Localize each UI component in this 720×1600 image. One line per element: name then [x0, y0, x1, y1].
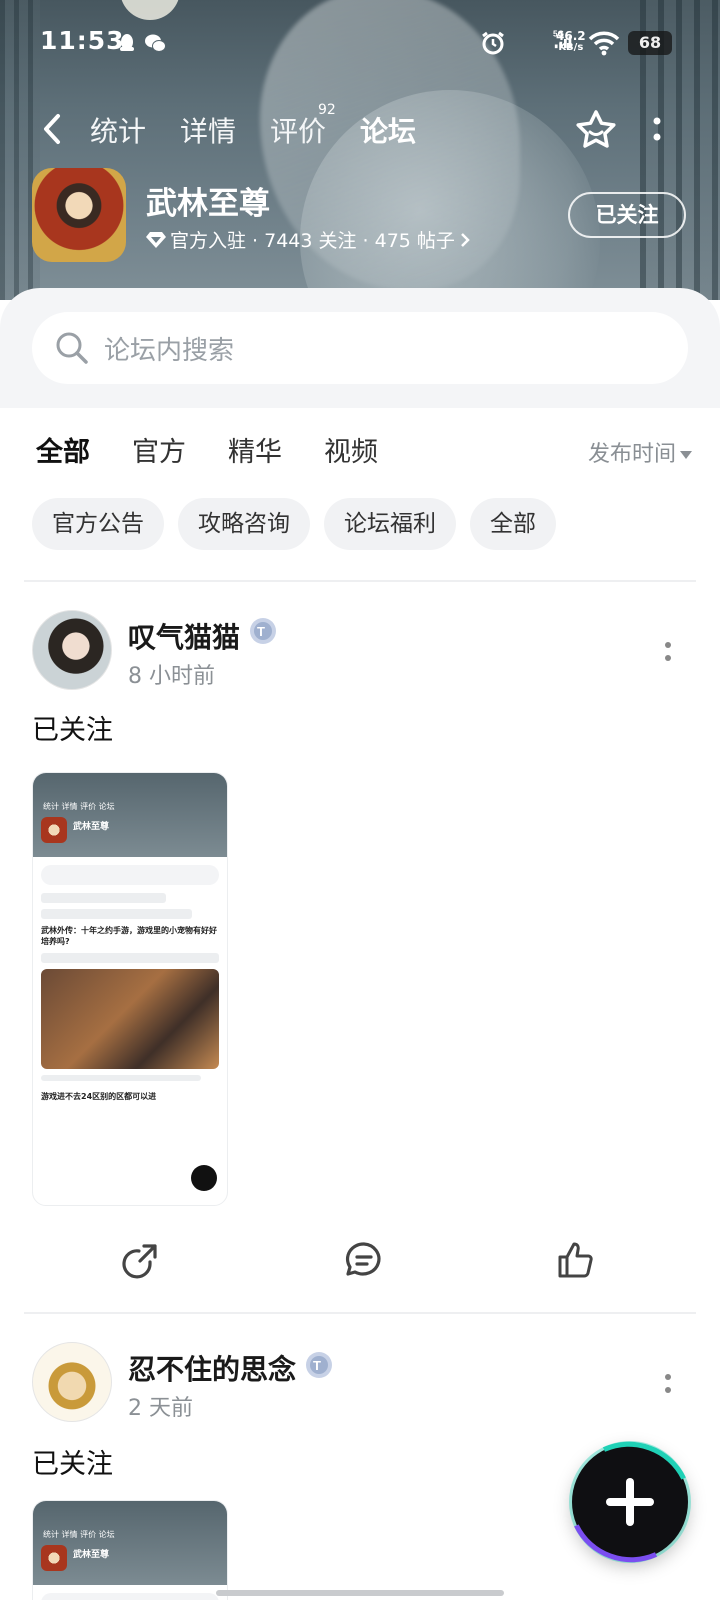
user-level-badge-icon: T	[250, 618, 276, 644]
thumb-body: 武林外传：十年之约手游，游戏里的小宠物有好好培养吗? 游戏进不去24区别的区都可…	[33, 857, 227, 1110]
chip-guide[interactable]: 攻略咨询	[178, 498, 310, 550]
more-vertical-icon[interactable]	[652, 114, 662, 144]
chip-all[interactable]: 全部	[470, 498, 556, 550]
avatar[interactable]	[32, 610, 112, 690]
search-input[interactable]: 论坛内搜索	[32, 312, 688, 384]
filter-tab-featured[interactable]: 精华	[228, 430, 282, 469]
sort-dropdown[interactable]: 发布时间	[588, 436, 692, 468]
filter-tab-video[interactable]: 视频	[324, 430, 378, 469]
thumb-search	[41, 1593, 219, 1600]
top-nav: 统计 详情 评价 92 论坛	[0, 100, 720, 156]
comment-icon[interactable]	[344, 1240, 384, 1280]
thumb-nav: 统计 详情 评价 论坛	[43, 1530, 115, 1539]
post-more-icon[interactable]	[664, 1372, 672, 1396]
sort-label: 发布时间	[587, 442, 676, 467]
header-background-moon	[120, 0, 180, 20]
thumb-text-line	[41, 953, 219, 963]
svg-text:5G: 5G	[553, 29, 564, 38]
filter-tabs: 全部 官方 精华 视频 发布时间	[0, 430, 720, 480]
svg-text:T: T	[257, 624, 265, 639]
game-meta-text: 官方入驻 · 7443 关注 · 475 帖子	[170, 230, 455, 252]
wechat-icon	[145, 34, 166, 52]
post-time: 8 小时前	[128, 664, 215, 689]
search-icon	[56, 332, 88, 364]
thumb-game-icon	[41, 1545, 67, 1571]
post-image[interactable]: 统计 详情 评价 论坛 武林至尊 武林外传：十年之约手游，游戏里的小宠物有好好培…	[32, 772, 228, 1206]
thumb-post-image	[41, 969, 219, 1069]
chip-welfare[interactable]: 论坛福利	[324, 498, 456, 550]
thumb-title: 武林至尊	[73, 1550, 110, 1560]
like-icon[interactable]	[556, 1240, 596, 1280]
qq-icon	[120, 34, 134, 51]
divider	[24, 1312, 696, 1314]
post-author[interactable]: 叹气猫猫	[128, 616, 240, 656]
tab-details[interactable]: 详情	[180, 110, 236, 150]
home-indicator[interactable]	[216, 1590, 504, 1596]
signal-5g-icon: 5G	[553, 29, 572, 49]
thumb-header: 统计 详情 评价 论坛 武林至尊	[33, 1501, 227, 1585]
battery-indicator: 68	[628, 31, 672, 55]
thumb-search	[41, 865, 219, 885]
thumb-plus-icon	[191, 1165, 217, 1191]
thumb-chips	[41, 909, 193, 919]
thumb-post2-title: 游戏进不去24区别的区都可以进	[41, 1092, 157, 1101]
user-level-badge-icon: T	[306, 1352, 332, 1378]
thumb-actions	[41, 1075, 202, 1081]
thumb-game-icon	[41, 817, 67, 843]
filter-tab-official[interactable]: 官方	[132, 430, 186, 469]
svg-text:T: T	[313, 1358, 321, 1373]
create-post-button[interactable]	[572, 1444, 688, 1560]
chevron-right-icon	[461, 232, 470, 247]
back-arrow-icon[interactable]	[38, 112, 68, 146]
thumb-nav: 统计 详情 评价 论坛	[43, 802, 115, 811]
filter-tab-all[interactable]: 全部	[36, 430, 90, 469]
status-bar: 11:53 46.2 KB/s 5G 5G 68	[40, 26, 680, 62]
game-title: 武林至尊	[146, 186, 270, 222]
search-placeholder: 论坛内搜索	[104, 336, 235, 366]
plus-icon	[626, 1478, 634, 1526]
divider	[24, 580, 696, 582]
post-author[interactable]: 忍不住的思念	[128, 1348, 296, 1388]
follow-button[interactable]: 已关注	[568, 192, 686, 238]
game-icon	[32, 168, 126, 262]
thumb-body	[33, 1585, 227, 1600]
thumb-post-title: 武林外传：十年之约手游，游戏里的小宠物有好好培养吗?	[41, 926, 217, 946]
review-count-badge: 92	[318, 102, 336, 118]
alarm-icon	[482, 31, 504, 55]
post-more-icon[interactable]	[664, 640, 672, 664]
tab-forum[interactable]: 论坛	[357, 110, 419, 150]
wifi-icon	[588, 31, 620, 56]
thumb-tabs	[41, 893, 166, 903]
star-icon[interactable]	[574, 108, 618, 152]
tab-stats[interactable]: 统计	[90, 110, 146, 150]
caret-down-icon	[680, 451, 692, 459]
post-image[interactable]: 统计 详情 评价 论坛 武林至尊	[32, 1500, 228, 1600]
status-time: 11:53	[40, 26, 125, 55]
game-meta[interactable]: 官方入驻 · 7443 关注 · 475 帖子	[146, 226, 471, 253]
share-icon[interactable]	[120, 1240, 160, 1280]
thumb-title: 武林至尊	[73, 822, 110, 832]
avatar[interactable]	[32, 1342, 112, 1422]
post-time: 2 天前	[128, 1396, 193, 1421]
post-actions	[0, 1240, 720, 1290]
official-diamond-icon	[146, 231, 166, 248]
category-chips: 官方公告 攻略咨询 论坛福利 全部	[32, 498, 556, 550]
post-text: 已关注	[32, 1449, 113, 1480]
chip-announcement[interactable]: 官方公告	[32, 498, 164, 550]
thumb-header: 统计 详情 评价 论坛 武林至尊	[33, 773, 227, 857]
search-section: 论坛内搜索	[0, 288, 720, 408]
post-text: 已关注	[32, 715, 113, 746]
forum-header: 11:53 46.2 KB/s 5G 5G 68	[0, 0, 720, 300]
